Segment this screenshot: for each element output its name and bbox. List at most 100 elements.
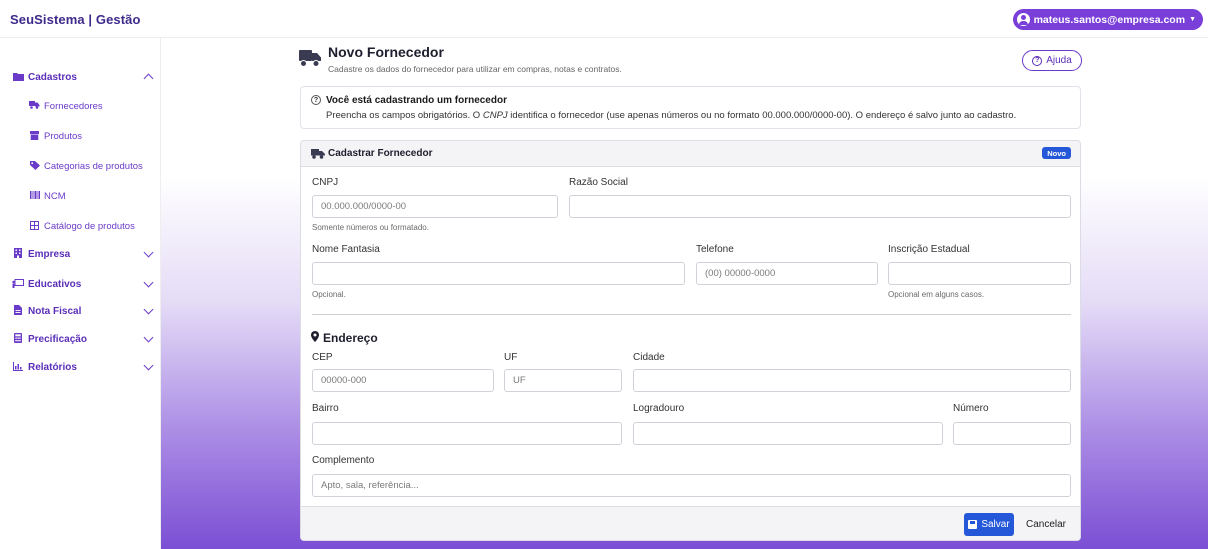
supplier-form-card: Cadastrar Fornecedor Novo CNPJ Somente n… — [300, 140, 1081, 541]
cidade-input[interactable] — [633, 369, 1071, 392]
cidade-label: Cidade — [633, 352, 665, 363]
truck-icon — [311, 149, 325, 159]
info-text-part: Preencha os campos obrigatórios. O — [326, 110, 483, 121]
chevron-down-icon — [143, 247, 154, 258]
floppy-disk-icon — [968, 520, 978, 529]
top-bar: SeuSistema | Gestão mateus.santos@empres… — [0, 0, 1208, 38]
page-subtitle: Cadastre os dados do fornecedor para uti… — [328, 64, 622, 74]
sidebar-item-label: Catálogo de produtos — [44, 220, 135, 232]
inscricao-estadual-hint: Opcional em alguns casos. — [888, 290, 985, 299]
info-alert: ? Você está cadastrando um fornecedor Pr… — [300, 86, 1081, 129]
sidebar — [0, 38, 161, 549]
razao-social-input[interactable] — [569, 195, 1071, 218]
razao-social-label: Razão Social — [569, 177, 628, 188]
inscricao-estadual-input[interactable] — [888, 262, 1071, 285]
cep-label: CEP — [312, 352, 333, 363]
caret-down-icon: ▼ — [1189, 16, 1196, 23]
uf-label: UF — [504, 352, 518, 363]
cancel-button[interactable]: Cancelar — [1020, 513, 1072, 536]
chalkboard-icon — [12, 278, 24, 290]
bairro-label: Bairro — [312, 403, 339, 414]
chevron-down-icon — [143, 332, 154, 343]
truck-icon — [299, 50, 321, 68]
calculator-icon — [12, 333, 24, 345]
map-pin-icon — [311, 331, 319, 345]
cnpj-label: CNPJ — [312, 177, 339, 188]
help-button[interactable]: ? Ajuda — [1022, 50, 1082, 71]
sidebar-group-label: Cadastros — [28, 71, 77, 83]
sidebar-item-fornecedores[interactable]: Fornecedores — [29, 99, 103, 113]
card-header: Cadastrar Fornecedor Novo — [301, 141, 1080, 167]
nome-fantasia-hint: Opcional. — [312, 290, 346, 299]
sidebar-group-cadastros[interactable]: Cadastros — [12, 69, 154, 85]
user-menu-button[interactable]: mateus.santos@empresa.com ▼ — [1012, 9, 1203, 30]
save-button[interactable]: Salvar — [964, 513, 1014, 536]
numero-input[interactable] — [953, 422, 1071, 445]
complemento-label: Complemento — [312, 455, 375, 466]
info-title: Você está cadastrando um fornecedor — [326, 95, 507, 106]
sidebar-group-nota-fiscal[interactable]: Nota Fiscal — [12, 303, 154, 319]
truck-icon — [29, 101, 40, 111]
user-email: mateus.santos@empresa.com — [1033, 13, 1186, 26]
file-icon — [12, 305, 24, 317]
info-text-part: identifica o fornecedor (use apenas núme… — [507, 110, 1017, 121]
logradouro-label: Logradouro — [633, 403, 685, 414]
chart-icon — [12, 361, 24, 373]
chevron-down-icon — [143, 360, 154, 371]
sidebar-item-label: Produtos — [44, 130, 83, 142]
grid-icon — [29, 220, 40, 232]
app-brand[interactable]: SeuSistema | Gestão — [10, 12, 141, 27]
barcode-icon — [29, 191, 40, 201]
sidebar-item-catalogo[interactable]: Catálogo de produtos — [29, 219, 135, 233]
sidebar-group-empresa[interactable]: Empresa — [12, 246, 154, 262]
building-icon — [12, 248, 24, 260]
sidebar-group-precificacao[interactable]: Precificação — [12, 331, 154, 347]
sidebar-item-ncm[interactable]: NCM — [29, 189, 66, 203]
bairro-input[interactable] — [312, 422, 622, 445]
chevron-up-icon — [143, 73, 154, 84]
user-avatar-icon — [1016, 13, 1030, 26]
address-title-text: Endereço — [323, 331, 378, 345]
sidebar-item-label: NCM — [44, 190, 66, 202]
telefone-input[interactable] — [696, 262, 878, 285]
inscricao-estadual-label: Inscrição Estadual — [888, 244, 970, 255]
cnpj-hint: Somente números ou formatado. — [312, 223, 429, 232]
folder-icon — [12, 72, 24, 83]
box-icon — [29, 130, 40, 142]
sidebar-item-label: Categorias de produtos — [44, 160, 143, 172]
info-text: Preencha os campos obrigatórios. O CNPJ … — [326, 110, 1016, 121]
info-icon: ? — [311, 95, 321, 105]
cnpj-input[interactable] — [312, 195, 558, 218]
card-title: Cadastrar Fornecedor — [328, 148, 433, 159]
sidebar-group-label: Relatórios — [28, 361, 77, 373]
card-footer: Salvar Cancelar — [301, 506, 1080, 540]
info-text-emphasis: CNPJ — [482, 110, 508, 121]
complemento-input[interactable] — [312, 474, 1071, 497]
nome-fantasia-input[interactable] — [312, 262, 685, 285]
sidebar-group-relatorios[interactable]: Relatórios — [12, 359, 154, 375]
save-button-label: Salvar — [981, 519, 1010, 530]
numero-label: Número — [953, 403, 989, 414]
section-divider — [312, 314, 1071, 315]
uf-input[interactable] — [504, 369, 622, 392]
sidebar-item-categorias[interactable]: Categorias de produtos — [29, 159, 143, 173]
new-badge: Novo — [1042, 147, 1071, 159]
logradouro-input[interactable] — [633, 422, 943, 445]
nome-fantasia-label: Nome Fantasia — [312, 244, 380, 255]
sidebar-group-label: Precificação — [28, 333, 87, 345]
sidebar-item-label: Fornecedores — [44, 100, 103, 112]
help-button-label: Ajuda — [1046, 55, 1072, 66]
telefone-label: Telefone — [696, 244, 734, 255]
tag-icon — [29, 160, 40, 172]
chevron-down-icon — [143, 277, 154, 288]
question-icon: ? — [1032, 55, 1043, 66]
sidebar-group-label: Educativos — [28, 278, 82, 290]
address-section-title: Endereço — [311, 331, 378, 345]
page-title: Novo Fornecedor — [328, 44, 444, 60]
sidebar-group-educativos[interactable]: Educativos — [12, 276, 154, 292]
sidebar-group-label: Empresa — [28, 248, 71, 260]
sidebar-group-label: Nota Fiscal — [28, 305, 82, 317]
chevron-down-icon — [143, 304, 154, 315]
sidebar-item-produtos[interactable]: Produtos — [29, 129, 82, 143]
cep-input[interactable] — [312, 369, 494, 392]
